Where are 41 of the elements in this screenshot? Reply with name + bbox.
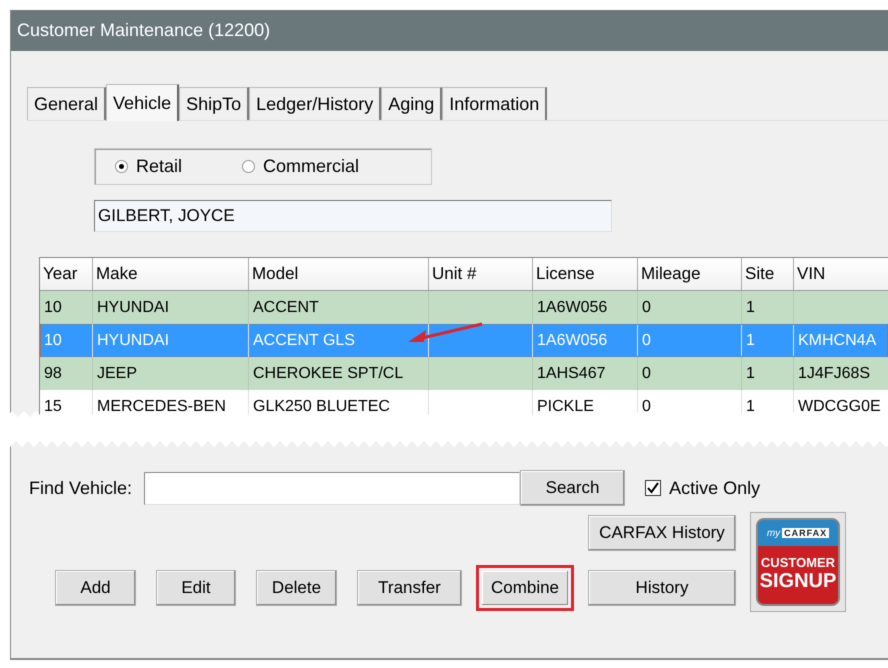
window-title: Customer Maintenance (12200) (11, 10, 888, 51)
search-button[interactable]: Search (520, 470, 626, 506)
action-button[interactable]: Combine (476, 565, 574, 611)
table-cell: 0 (638, 390, 742, 418)
column-header[interactable]: Site (742, 258, 794, 290)
action-button[interactable]: Edit (156, 570, 236, 606)
column-header[interactable]: Mileage (638, 258, 742, 290)
checkbox[interactable] (645, 480, 662, 496)
action-button[interactable]: History (588, 570, 736, 606)
table-cell: 15 (40, 390, 93, 418)
customer-signup-badge[interactable]: my CARFAX CUSTOMER SIGNUP (750, 512, 846, 612)
column-header[interactable]: Make (93, 258, 249, 290)
radio-button[interactable] (242, 160, 256, 173)
table-cell: GLK250 BLUETEC (249, 390, 429, 418)
table-cell: PICKLE (533, 390, 638, 418)
action-button[interactable]: Delete (256, 570, 337, 606)
column-header[interactable]: License (533, 258, 638, 290)
table-row[interactable]: 10 HYUNDAI ACCENT 1A6W056 0 1 (40, 291, 888, 324)
tab[interactable]: General (27, 87, 106, 120)
active-only-label[interactable]: Active Only (669, 478, 760, 498)
radio-button[interactable] (115, 160, 128, 173)
column-header[interactable]: Model (249, 258, 429, 290)
tab[interactable]: ShipTo (179, 87, 250, 120)
action-button[interactable]: Add (55, 570, 136, 606)
action-button[interactable]: Transfer (357, 570, 462, 606)
table-cell: 1 (742, 390, 794, 418)
table-cell: WDCGG0E (794, 390, 888, 418)
table-cell: MERCEDES-BEN (93, 390, 249, 418)
tab[interactable]: Ledger/History (249, 87, 382, 120)
find-vehicle-label: Find Vehicle: (29, 478, 132, 498)
radio-label[interactable]: Commercial (263, 156, 360, 177)
tab[interactable]: Aging (381, 87, 442, 120)
tab[interactable]: Information (442, 87, 548, 120)
customer-name-field[interactable]: GILBERT, JOYCE (94, 200, 612, 232)
find-vehicle-field[interactable] (144, 472, 520, 504)
column-header[interactable]: Year (40, 258, 93, 290)
carfax-history-button[interactable]: CARFAX History (588, 515, 736, 551)
radio-label[interactable]: Retail (136, 156, 182, 177)
table-row[interactable]: 98 JEEP CHEROKEE SPT/CL 1AHS467 0 1 1J4FJ68S (40, 357, 888, 390)
column-header[interactable]: Unit # (429, 258, 533, 290)
tab[interactable]: Vehicle (106, 84, 180, 121)
